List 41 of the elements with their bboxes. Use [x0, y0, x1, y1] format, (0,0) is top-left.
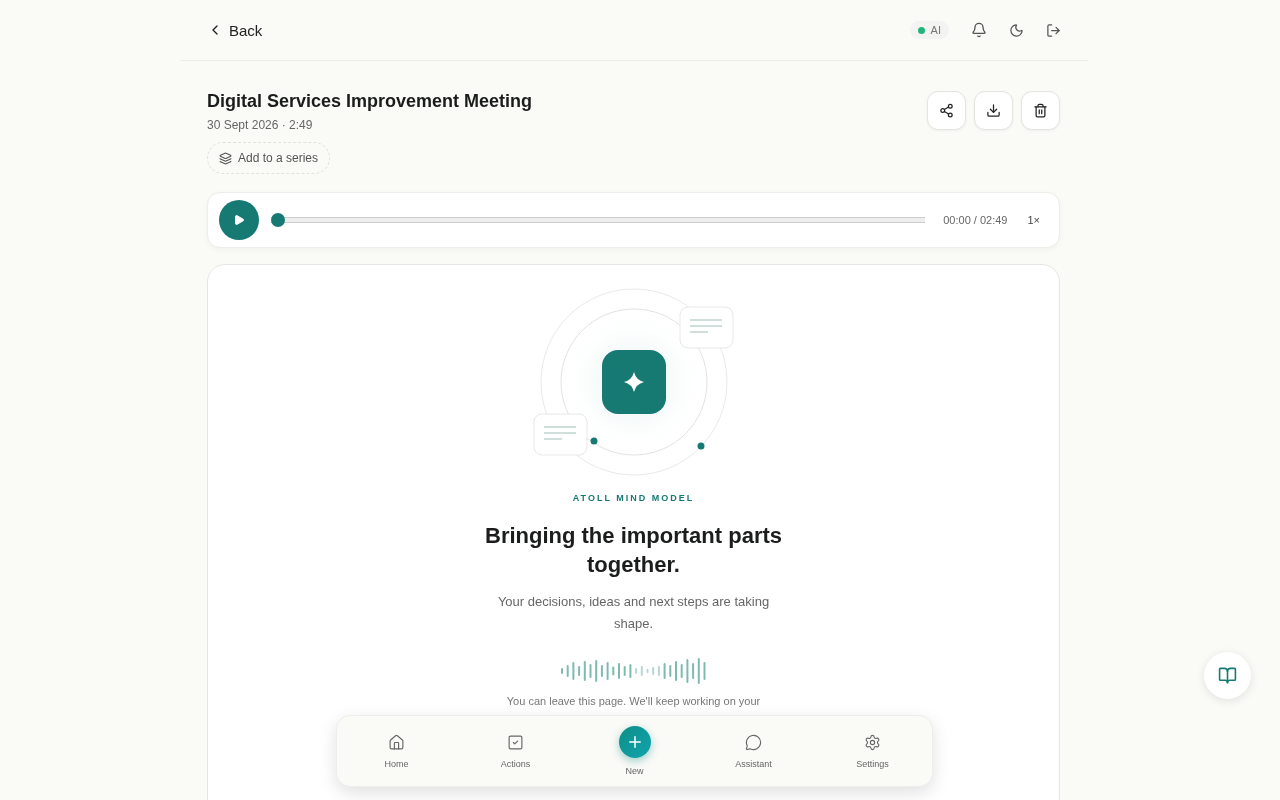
plus-icon: [618, 726, 651, 758]
nav-label: Home: [384, 758, 409, 769]
nav-label: Settings: [856, 758, 889, 769]
nav-label: Assistant: [735, 758, 772, 769]
notification-bell-icon[interactable]: [971, 22, 987, 38]
nav-item[interactable]: Actions: [456, 733, 575, 769]
nav-item[interactable]: Assistant: [694, 733, 813, 769]
chat-icon: [745, 733, 762, 751]
processing-text: Your decisions, ideas and next steps are taking shape.: [496, 593, 771, 633]
share-icon: [939, 103, 954, 118]
share-button[interactable]: [927, 91, 966, 130]
nav-label: Actions: [500, 758, 531, 769]
settings-icon: [864, 733, 881, 751]
ai-status-badge: AI: [909, 21, 949, 39]
logout-icon[interactable]: [1046, 22, 1061, 38]
book-icon: [1218, 666, 1237, 685]
nav-item[interactable]: Settings: [813, 733, 932, 769]
meeting-date: 30 Sept 2026 · 2:49: [207, 118, 314, 132]
download-button[interactable]: [974, 91, 1013, 130]
play-button[interactable]: [219, 200, 259, 240]
processing-heading: Bringing the important parts together.: [484, 522, 783, 579]
nav-label: New: [625, 766, 644, 776]
trash-icon: [1033, 103, 1048, 118]
delete-button[interactable]: [1021, 91, 1060, 130]
book-button[interactable]: [1204, 652, 1251, 699]
layers-icon: [219, 151, 232, 165]
nav-item[interactable]: New: [575, 726, 694, 776]
nav-item[interactable]: Home: [337, 733, 456, 769]
back-link[interactable]: Back: [207, 21, 263, 39]
playback-time: 00:00 / 02:49: [943, 214, 1008, 226]
home-icon: [388, 733, 405, 751]
moon-icon[interactable]: [1009, 22, 1024, 38]
meeting-title: Digital Services Improvement Meeting: [207, 91, 533, 112]
add-to-series-button[interactable]: Add to a series: [207, 142, 331, 174]
download-icon: [986, 103, 1001, 118]
progress-thumb[interactable]: [271, 213, 285, 227]
leave-page-note: You can leave this page. We'll keep working on your: [506, 695, 761, 707]
model-label: ATOLL MIND MODEL: [572, 493, 695, 503]
checkbox-icon: [507, 733, 524, 751]
speed-button[interactable]: 1×: [1019, 214, 1048, 226]
play-icon: [233, 214, 245, 226]
